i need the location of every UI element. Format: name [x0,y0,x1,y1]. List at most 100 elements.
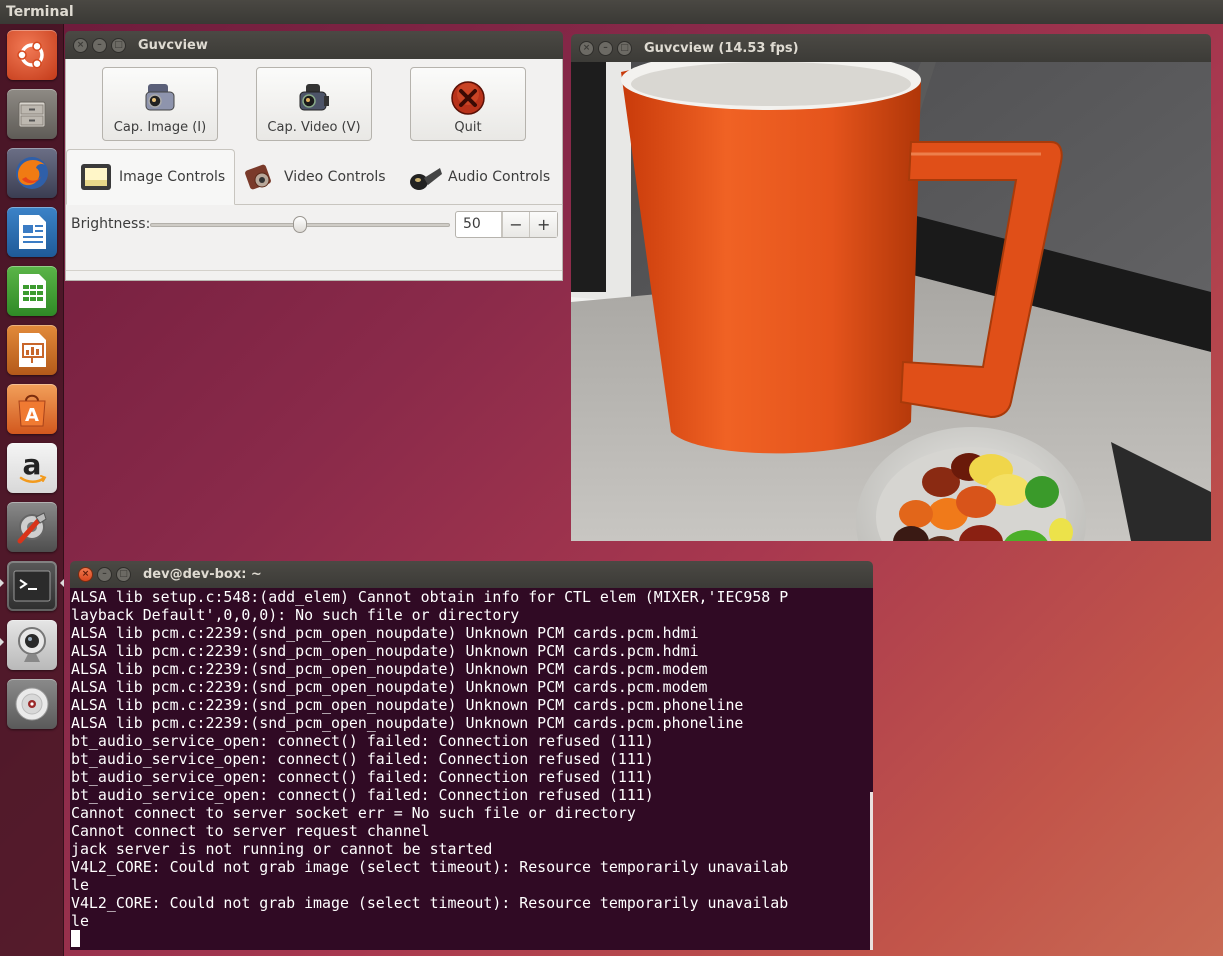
window-title: Guvcview (14.53 fps) [644,40,799,56]
brightness-value[interactable]: 50 [456,212,502,237]
launcher-item-guvcview[interactable] [7,620,57,670]
close-button[interactable]: × [579,40,594,56]
video-controls-icon [245,164,271,190]
minimize-button[interactable]: – [97,567,112,582]
capture-image-button[interactable]: Cap. Image (I) [102,67,218,141]
terminal-line: ALSA lib pcm.c:2239:(snd_pcm_open_noupda… [71,696,744,714]
maximize-button[interactable]: □ [111,37,126,53]
impress-presentation-icon [19,333,46,367]
preview-titlebar[interactable]: × – □ Guvcview (14.53 fps) [571,34,1211,62]
terminal-line: bt_audio_service_open: connect() failed:… [71,750,654,768]
launcher-item-libreoffice-impress[interactable] [7,325,57,375]
terminal-lines: ALSA lib setup.c:548:(add_elem) Cannot o… [71,588,873,930]
terminal-scrollbar[interactable] [870,792,873,950]
terminal-window: × – □ dev@dev-box: ~ ALSA lib setup.c:54… [70,561,873,950]
running-indicator-terminal [0,579,4,587]
terminal-line: V4L2_CORE: Could not grab image (select … [71,894,789,912]
terminal-titlebar[interactable]: × – □ dev@dev-box: ~ [70,561,873,588]
brightness-label: Brightness: [71,216,151,232]
capture-video-button[interactable]: Cap. Video (V) [256,67,372,141]
launcher-item-disc-drive[interactable] [7,679,57,729]
terminal-line: layback Default',0,0,0): No such file or… [71,606,520,624]
tab-video-controls-label: Video Controls [284,169,386,185]
terminal-line: jack server is not running or cannot be … [71,840,493,858]
terminal-output[interactable]: ALSA lib setup.c:548:(add_elem) Cannot o… [70,588,873,950]
microphone-icon [410,168,442,190]
launcher-item-firefox[interactable] [7,148,57,198]
tab-image-controls-label: Image Controls [119,169,226,185]
terminal-line: bt_audio_service_open: connect() failed:… [71,768,654,786]
settings-tools-icon [17,512,47,544]
terminal-icon [13,570,51,602]
active-indicator-terminal [60,579,64,587]
launcher-item-files[interactable] [7,89,57,139]
ubuntu-logo-icon [17,41,44,69]
unity-launcher: A a [0,24,64,956]
camera-frame-image [571,62,1211,541]
window-title: Guvcview [138,37,208,53]
active-app-title: Terminal [6,4,74,20]
tab-image-controls[interactable]: Image Controls [66,149,235,205]
amazon-glyph: a [23,449,42,481]
quit-label: Quit [454,120,482,135]
terminal-line: bt_audio_service_open: connect() failed:… [71,732,654,750]
terminal-line: Cannot connect to server request channel [71,822,430,840]
top-panel: Terminal [0,0,1223,24]
terminal-line: ALSA lib pcm.c:2239:(snd_pcm_open_noupda… [71,624,699,642]
brightness-spinbox[interactable]: 50 − + [455,211,558,238]
terminal-line: Cannot connect to server socket err = No… [71,804,636,822]
webcam-icon [18,627,46,662]
close-button[interactable]: × [78,567,93,582]
image-controls-icon [81,164,111,190]
brightness-decrement-button[interactable]: − [501,212,530,237]
terminal-line: ALSA lib pcm.c:2239:(snd_pcm_open_noupda… [71,642,699,660]
brightness-row: Brightness: 50 − + [66,205,562,245]
launcher-item-amazon[interactable]: a [7,443,57,493]
launcher-item-dash-home[interactable] [7,30,57,80]
prompt-line[interactable] [71,930,873,948]
terminal-cursor [71,930,80,947]
capture-image-label: Cap. Image (I) [113,120,207,135]
firefox-icon [16,157,48,189]
controls-body: Cap. Image (I) Cap. Video (V) Quit Image… [65,59,563,281]
quit-icon [451,81,485,115]
terminal-line: bt_audio_service_open: connect() failed:… [71,786,654,804]
launcher-item-libreoffice-writer[interactable] [7,207,57,257]
window-title: dev@dev-box: ~ [143,567,262,582]
amazon-icon: a [19,449,47,483]
software-bag-icon: A [18,394,46,427]
close-button[interactable]: × [73,37,88,53]
camera-preview [571,62,1211,541]
terminal-line: ALSA lib pcm.c:2239:(snd_pcm_open_noupda… [71,678,708,696]
terminal-line: le [71,876,89,894]
tab-audio-controls[interactable]: Audio Controls [406,149,562,205]
guvcview-controls-window: × – □ Guvcview Cap. Image (I) Cap. Video… [65,31,563,281]
writer-document-icon [19,215,46,249]
terminal-line: ALSA lib pcm.c:2239:(snd_pcm_open_noupda… [71,714,744,732]
calc-spreadsheet-icon [19,274,46,308]
maximize-button[interactable]: □ [617,40,632,56]
tab-audio-controls-label: Audio Controls [448,169,551,185]
launcher-item-libreoffice-calc[interactable] [7,266,57,316]
guvcview-preview-window: × – □ Guvcview (14.53 fps) [571,34,1211,541]
disc-icon [15,687,49,721]
terminal-line: ALSA lib pcm.c:2239:(snd_pcm_open_noupda… [71,660,708,678]
terminal-line: V4L2_CORE: Could not grab image (select … [71,858,789,876]
controls-titlebar[interactable]: × – □ Guvcview [65,31,563,59]
video-camera-icon [299,84,329,111]
terminal-line: le [71,912,89,930]
brightness-slider-handle[interactable] [293,216,307,233]
brightness-increment-button[interactable]: + [529,212,557,237]
launcher-item-system-settings[interactable] [7,502,57,552]
controls-tabbar: Image Controls Video Controls Audio Cont… [66,149,562,205]
svg-text:A: A [25,405,39,426]
maximize-button[interactable]: □ [116,567,131,582]
divider [66,270,562,271]
running-indicator-guvcview [0,638,4,646]
tab-video-controls[interactable]: Video Controls [242,149,400,205]
minimize-button[interactable]: – [92,37,107,53]
launcher-item-ubuntu-software-center[interactable]: A [7,384,57,434]
minimize-button[interactable]: – [598,40,613,56]
quit-button[interactable]: Quit [410,67,526,141]
launcher-item-terminal[interactable] [7,561,57,611]
